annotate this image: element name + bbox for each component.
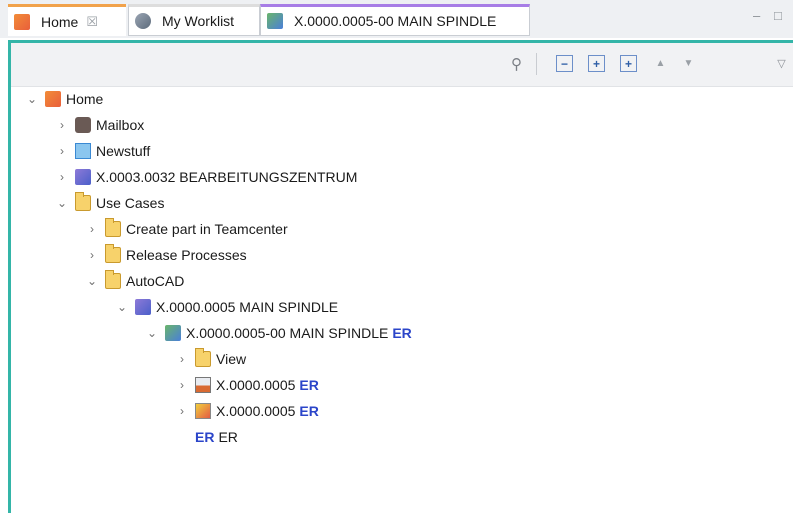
item-revision-icon [267,13,283,29]
view-menu-button[interactable]: ▽ [773,55,790,72]
tree-node-er[interactable]: ER ER [195,425,238,449]
chevron-right-icon[interactable]: › [175,352,189,366]
folder-icon [105,218,121,237]
chevron-right-icon[interactable]: › [85,222,99,236]
tree-node-label: Release Processes [126,247,247,263]
chevron-right-icon[interactable]: › [85,248,99,262]
expand-button[interactable]: + [588,55,605,72]
chevron-right-icon[interactable]: › [55,144,69,158]
tab-my-worklist-label: My Worklist [162,13,235,29]
tree-node-label: Newstuff [96,143,151,159]
tree-node-release-processes[interactable]: › Release Processes [85,243,247,267]
chevron-right-icon[interactable]: › [175,404,189,418]
maximize-button[interactable]: □ [774,8,782,23]
tree-node-newstuff[interactable]: › Newstuff [55,139,150,163]
tree-node-label: X.0000.0005-00 MAIN SPINDLE [186,325,389,341]
chevron-down-icon[interactable]: ⌄ [115,300,129,314]
tree-node-label: ER [218,429,238,445]
newstuff-folder-icon [75,143,91,159]
chevron-right-icon[interactable]: › [55,118,69,132]
tree-node-label: X.0000.0005 [216,377,296,393]
item-icon [75,169,91,185]
tree-node-image-dataset[interactable]: › X.0000.0005 ER [175,399,319,423]
status-badge: ER [299,403,319,419]
image-dataset-icon [195,403,211,419]
status-badge: ER [392,325,412,341]
folder-icon [105,270,121,289]
chevron-right-icon[interactable]: › [55,170,69,184]
tree-node-home[interactable]: ⌄ Home [25,87,103,111]
item-revision-icon [165,325,181,341]
view-folder-icon [195,348,211,367]
home-tree: ⌄ Home › Mailbox › Newstuff › X.0003.003… [11,87,793,513]
tree-node-label: Home [66,91,104,107]
home-icon [14,13,30,30]
chevron-down-icon[interactable]: ⌄ [55,196,69,210]
status-badge: ER [299,377,319,393]
chevron-down-icon[interactable]: ⌄ [85,274,99,288]
tree-node-label: X.0000.0005 [216,403,296,419]
tree-node-label: X.0000.0005 MAIN SPINDLE [156,299,339,315]
tree-node-create-part[interactable]: › Create part in Teamcenter [85,217,288,241]
minimize-button[interactable]: – [753,8,760,23]
item-icon [135,299,151,315]
expand-all-button[interactable]: + [620,55,637,72]
folder-icon [75,192,91,211]
tree-node-view[interactable]: › View [175,347,246,371]
tree-node-label: X.0003.0032 BEARBEITUNGSZENTRUM [96,169,358,185]
folder-icon [105,244,121,263]
home-icon [45,91,61,107]
chevron-right-icon[interactable]: › [175,378,189,392]
tree-node-main-spindle[interactable]: ⌄ X.0000.0005 MAIN SPINDLE [115,295,338,319]
status-badge: ER [195,429,215,445]
chevron-down-icon[interactable]: ⌄ [25,92,39,106]
worklist-icon [135,13,151,29]
move-down-button[interactable]: ▼ [680,55,697,72]
tree-node-autocad[interactable]: ⌄ AutoCAD [85,269,184,293]
toolbar-separator [536,53,537,75]
tab-home-label: Home [41,13,79,30]
tree-node-label: View [216,351,247,367]
mailbox-icon [75,117,91,133]
tree-node-label: Create part in Teamcenter [126,221,288,237]
tree-node-bearbeitungszentrum[interactable]: › X.0003.0032 BEARBEITUNGSZENTRUM [55,165,357,189]
tab-main-spindle-label: X.0000.0005-00 MAIN SPINDLE [294,13,497,29]
search-icon[interactable]: ⚲ [508,55,525,73]
tree-node-mailbox[interactable]: › Mailbox [55,113,144,137]
editor-tab-bar: Home ☒ My Worklist X.0000.0005-00 MAIN S… [0,0,793,38]
tree-node-use-cases[interactable]: ⌄ Use Cases [55,191,164,215]
tab-main-spindle[interactable]: X.0000.0005-00 MAIN SPINDLE [260,4,530,36]
dwg-dataset-icon [195,377,211,393]
collapse-all-button[interactable]: − [556,55,573,72]
tree-node-label: AutoCAD [126,273,185,289]
tab-my-worklist[interactable]: My Worklist [128,4,260,36]
chevron-down-icon[interactable]: ⌄ [145,326,159,340]
close-icon[interactable]: ☒ [86,14,98,30]
tree-node-label: Mailbox [96,117,145,133]
tab-home[interactable]: Home ☒ [8,4,126,36]
tree-node-main-spindle-rev[interactable]: ⌄ X.0000.0005-00 MAIN SPINDLE ER [145,321,412,345]
tree-node-label: Use Cases [96,195,165,211]
tree-node-dwg-dataset[interactable]: › X.0000.0005 ER [175,373,319,397]
move-up-button[interactable]: ▲ [652,55,669,72]
view-toolbar: ⚲ − + + ▲ ▼ ▽ [11,43,793,87]
